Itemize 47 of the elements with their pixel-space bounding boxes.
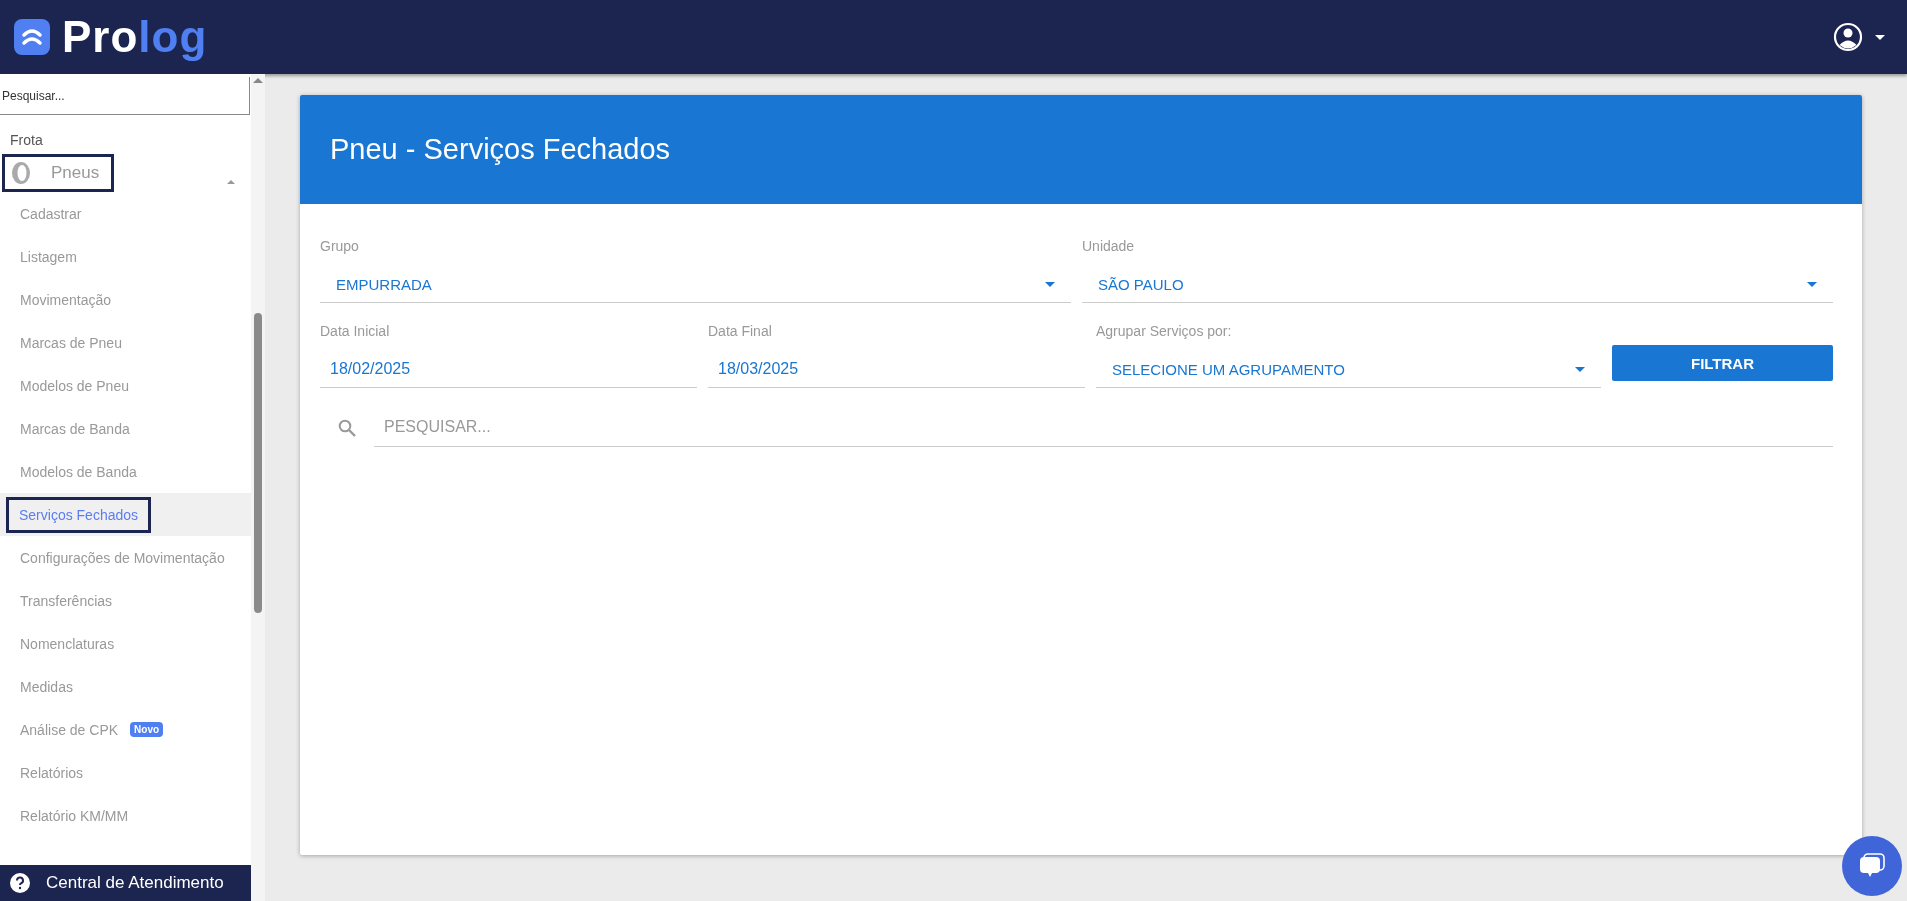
search-icon xyxy=(338,418,356,437)
dropdown-caret-icon xyxy=(1045,281,1055,287)
menu-item[interactable]: Marcas de Pneu xyxy=(20,334,122,351)
chat-button[interactable] xyxy=(1842,836,1902,896)
page-title: Pneu - Serviços Fechados xyxy=(300,95,1862,204)
scrollbar-thumb[interactable] xyxy=(254,313,262,613)
menu-item[interactable]: Medidas xyxy=(20,678,73,695)
user-menu-button[interactable] xyxy=(1833,22,1885,52)
end-date-field[interactable]: 18/03/2025 xyxy=(708,351,1085,388)
new-badge: Novo xyxy=(130,722,164,737)
menu-item[interactable]: Modelos de Pneu xyxy=(20,377,129,394)
chat-icon xyxy=(1858,853,1886,879)
menu-item[interactable]: Modelos de Banda xyxy=(20,463,137,480)
help-center-button[interactable]: Central de Atendimento xyxy=(0,865,251,901)
scroll-up-icon[interactable] xyxy=(253,78,263,83)
field-label: Grupo xyxy=(320,238,360,254)
dropdown-caret-icon xyxy=(1575,366,1585,372)
grouping-select[interactable]: SELECIONE UM AGRUPAMENTO xyxy=(1096,351,1601,388)
menu-item[interactable]: Marcas de Banda xyxy=(20,420,130,437)
menu-item[interactable]: Cadastrar xyxy=(20,205,82,222)
section-title: Frota xyxy=(9,131,44,148)
filter-button[interactable]: FILTRAR xyxy=(1612,345,1833,381)
menu-item[interactable]: Nomenclaturas xyxy=(20,635,115,652)
unit-select[interactable]: SÃO PAULO xyxy=(1082,266,1833,303)
menu-item[interactable]: Transferências xyxy=(20,592,113,609)
field-label: Unidade xyxy=(1082,238,1136,254)
help-icon xyxy=(10,873,30,893)
menu-item[interactable]: Configurações de Movimentação xyxy=(20,549,225,566)
caret-icon xyxy=(1875,34,1885,40)
menu-item[interactable]: Serviços Fechados xyxy=(6,496,152,533)
field-label: Data Inicial xyxy=(320,323,391,339)
menu-item[interactable]: Movimentação xyxy=(20,291,112,308)
menu-item[interactable]: Relatórios xyxy=(20,764,84,781)
dropdown-caret-icon xyxy=(1807,281,1817,287)
tire-icon xyxy=(11,161,31,185)
menu-item[interactable]: Listagem xyxy=(20,248,77,265)
menu-item[interactable]: Análise de CPK xyxy=(20,721,119,738)
field-label: Agrupar Serviços por: xyxy=(1096,323,1233,339)
logo-icon xyxy=(14,19,50,55)
sidebar-search-field[interactable]: Pesquisar... xyxy=(0,77,250,115)
start-date-field[interactable]: 18/02/2025 xyxy=(320,351,697,388)
scrollbar[interactable] xyxy=(251,74,265,901)
user-icon xyxy=(1833,22,1863,52)
menu-item[interactable]: Relatório KM/MM xyxy=(20,807,129,824)
field-label: Data Final xyxy=(708,323,773,339)
group-select[interactable]: EMPURRADA xyxy=(320,266,1071,303)
logo-text: Prolog xyxy=(62,12,208,62)
